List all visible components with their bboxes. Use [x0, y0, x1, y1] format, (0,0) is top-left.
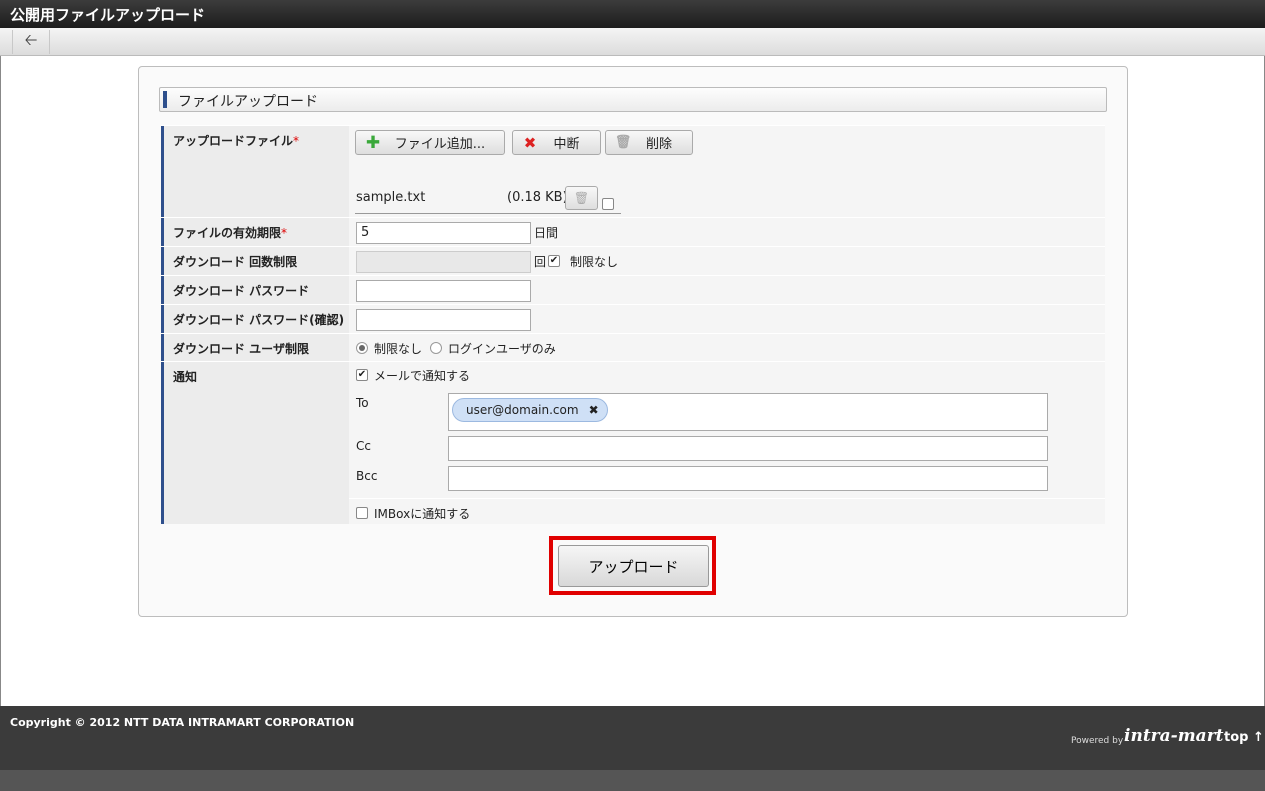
powered-by-text: Powered by [1071, 736, 1124, 746]
password-confirm-label: ダウンロード パスワード(確認) [161, 305, 349, 333]
password-label: ダウンロード パスワード [161, 276, 349, 304]
plus-icon: ✚ [365, 132, 381, 153]
expiry-unit: 日間 [534, 226, 559, 240]
close-icon: ✖ [523, 133, 537, 152]
download-limit-row: ダウンロード 回数制限 回 ✔ 制限なし [161, 246, 1105, 275]
required-mark: * [281, 226, 288, 240]
password-input[interactable] [356, 280, 531, 302]
bottom-bar [0, 770, 1265, 791]
upload-button[interactable]: アップロード [558, 545, 709, 587]
imbox-notify-label: IMBoxに通知する [374, 507, 471, 521]
upload-panel: ファイルアップロード アップロードファイル* ✚ ファイル追加... ✖ 中断 … [138, 66, 1128, 617]
main-content: ファイルアップロード アップロードファイル* ✚ ファイル追加... ✖ 中断 … [0, 56, 1265, 706]
top-link[interactable]: top ↑ [1224, 730, 1264, 745]
recipient-tag: user@domain.com ✖ [452, 398, 608, 422]
footer: Copyright © 2012 NTT DATA INTRAMART CORP… [0, 706, 1265, 770]
user-limit-label: ダウンロード ユーザ制限 [161, 334, 349, 361]
expiry-label: ファイルの有効期限 [173, 226, 282, 240]
radio-unlimited[interactable] [356, 342, 368, 354]
section-title: ファイルアップロード [159, 87, 1107, 112]
trash-icon: 🗑 [614, 135, 632, 150]
to-field[interactable]: user@domain.com ✖ [448, 393, 1048, 431]
divider [355, 213, 621, 214]
radio-login-users[interactable] [430, 342, 442, 354]
notify-row: 通知 ✔ メールで通知する To user@domain.com ✖ Cc Bc… [161, 361, 1105, 524]
password-confirm-row: ダウンロード パスワード(確認) [161, 304, 1105, 333]
file-select-checkbox[interactable] [602, 198, 614, 210]
cc-field[interactable] [448, 436, 1048, 461]
radio-login-users-label: ログインユーザのみ [448, 342, 556, 356]
upload-file-label: アップロードファイル [173, 134, 294, 148]
to-label: To [356, 396, 369, 410]
download-limit-label: ダウンロード 回数制限 [161, 247, 349, 275]
toolbar: 🡠 [0, 28, 1265, 56]
file-delete-button[interactable]: 🗑 [565, 186, 598, 210]
download-count-input[interactable] [356, 251, 531, 273]
file-name: sample.txt [356, 190, 426, 205]
bcc-field[interactable] [448, 466, 1048, 491]
unlimited-checkbox[interactable]: ✔ [548, 255, 560, 267]
mail-notify-label: メールで通知する [374, 369, 471, 383]
download-count-unit: 回 [534, 255, 547, 269]
radio-unlimited-label: 制限なし [374, 342, 423, 356]
divider [349, 498, 1105, 499]
user-limit-row: ダウンロード ユーザ制限 制限なし ログインユーザのみ [161, 333, 1105, 361]
mail-notify-checkbox[interactable]: ✔ [356, 369, 368, 381]
file-size: (0.18 KB) [507, 190, 568, 205]
remove-recipient-icon[interactable]: ✖ [589, 403, 599, 417]
arrow-left-icon: 🡠 [24, 29, 38, 49]
expiry-days-input[interactable]: 5 [356, 222, 531, 244]
brand-logo: intra-mart [1124, 726, 1224, 746]
password-confirm-input[interactable] [356, 309, 531, 331]
imbox-notify-checkbox[interactable] [356, 507, 368, 519]
copyright-text: Copyright © 2012 NTT DATA INTRAMART CORP… [10, 716, 355, 729]
add-file-button[interactable]: ✚ ファイル追加... [355, 130, 505, 155]
back-button[interactable]: 🡠 [12, 30, 50, 54]
upload-file-row: アップロードファイル* ✚ ファイル追加... ✖ 中断 🗑 削除 sample… [161, 125, 1105, 217]
bcc-label: Bcc [356, 469, 378, 483]
cancel-button[interactable]: ✖ 中断 [512, 130, 601, 155]
cc-label: Cc [356, 439, 371, 453]
password-row: ダウンロード パスワード [161, 275, 1105, 304]
required-mark: * [293, 134, 300, 148]
trash-icon: 🗑 [573, 191, 590, 205]
window-title: 公開用ファイルアップロード [0, 0, 1265, 28]
expiry-row: ファイルの有効期限* 5 日間 [161, 217, 1105, 246]
notify-label: 通知 [161, 362, 349, 524]
unlimited-label: 制限なし [570, 255, 619, 269]
delete-button[interactable]: 🗑 削除 [605, 130, 693, 155]
recipient-email: user@domain.com [466, 403, 579, 417]
